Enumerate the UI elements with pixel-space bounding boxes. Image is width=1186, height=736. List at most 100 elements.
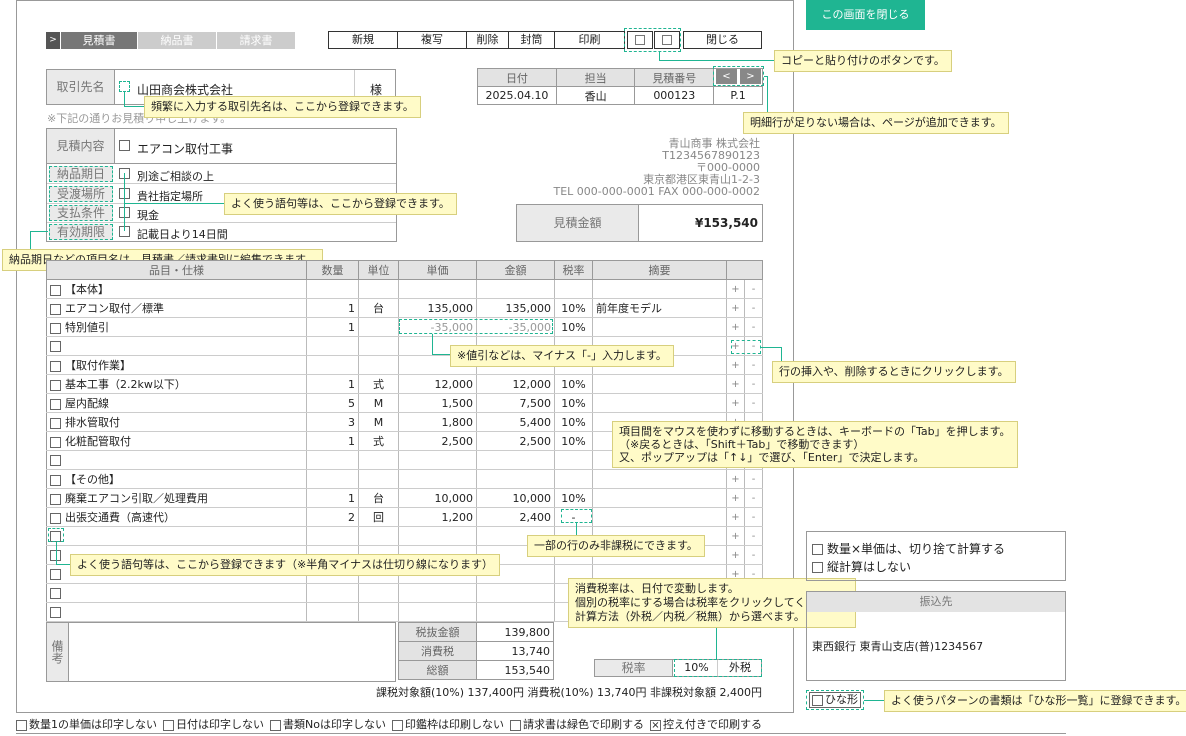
item-note-cell[interactable]: 前年度モデル [592,298,727,318]
row-checkbox[interactable] [50,607,61,618]
item-note-cell[interactable] [592,507,727,527]
item-qty-cell[interactable] [306,450,359,470]
checkbox[interactable] [509,719,521,731]
item-price-cell[interactable] [398,279,477,299]
item-qty-cell[interactable]: 1 [306,488,359,508]
item-qty-cell[interactable] [306,583,359,603]
checkbox[interactable] [270,719,281,731]
row-checkbox[interactable] [50,512,61,524]
field-value-4[interactable]: 記載日より14日間 [137,226,228,242]
bank-value[interactable]: 東西銀行 東青山支店(普)1234567 [812,638,983,654]
item-name-cell[interactable]: 【その他】 [46,469,307,489]
item-name-cell[interactable]: 排水管取付 [46,412,307,432]
tax-mode-value[interactable]: 外税 [719,660,761,676]
item-qty-cell[interactable] [306,279,359,299]
checked-checkbox[interactable]: × [649,719,661,731]
item-amount-cell[interactable]: 2,400 [476,507,555,527]
item-unit-cell[interactable] [358,450,399,470]
row-delete-button[interactable]: - [744,545,763,565]
envelope-button[interactable]: 封筒 [508,31,555,49]
remarks-input[interactable] [69,623,395,681]
item-unit-cell[interactable] [358,317,399,337]
row-insert-button[interactable]: + [726,298,745,318]
checkbox[interactable] [812,544,823,555]
field-label-3[interactable]: 支払条件 [49,205,113,221]
item-unit-cell[interactable]: 台 [358,488,399,508]
row-checkbox[interactable] [50,436,61,448]
item-name-cell[interactable] [46,602,307,622]
item-unit-cell[interactable] [358,469,399,489]
row-delete-button[interactable]: - [744,526,763,546]
print-option-4[interactable]: 請求書は緑色で印刷する [509,716,644,732]
item-name-cell[interactable]: 出張交通費（高速代） [46,507,307,527]
print-button[interactable]: 印刷 [554,31,625,49]
item-amount-cell[interactable]: 12,000 [476,374,555,394]
item-qty-cell[interactable]: 1 [306,298,359,318]
row-checkbox[interactable] [50,588,61,599]
row-delete-button[interactable]: - [744,298,763,318]
item-price-cell[interactable]: 1,500 [398,393,477,413]
item-note-cell[interactable] [592,469,727,489]
row-delete-button[interactable]: - [744,507,763,527]
item-name-cell[interactable]: 廃棄エアコン引取／処理費用 [46,488,307,508]
print-option-5[interactable]: × 控え付きで印刷する [649,716,762,732]
item-qty-cell[interactable]: 5 [306,393,359,413]
item-qty-cell[interactable] [306,336,359,356]
row-insert-button[interactable]: + [726,526,745,546]
item-tax-cell[interactable]: 10% [554,298,593,318]
item-unit-cell[interactable]: 式 [358,374,399,394]
row-checkbox[interactable] [50,284,61,296]
item-unit-cell[interactable] [358,355,399,375]
item-unit-cell[interactable] [358,336,399,356]
date-value[interactable]: 2025.04.10 [477,86,557,105]
row-delete-button[interactable]: - [744,355,763,375]
row-checkbox[interactable] [50,398,61,410]
item-note-cell[interactable] [592,488,727,508]
item-tax-cell[interactable] [554,450,593,470]
row-insert-button[interactable]: + [726,355,745,375]
item-name-cell[interactable]: 特別値引 [46,317,307,337]
staff-value[interactable]: 香山 [555,86,636,105]
field-checkbox-0[interactable] [119,140,130,151]
item-name-cell[interactable]: 【本体】 [46,279,307,299]
row-checkbox[interactable] [50,455,61,466]
item-unit-cell[interactable] [358,602,399,622]
item-qty-cell[interactable] [306,526,359,546]
field-label-2[interactable]: 受渡場所 [49,186,113,202]
item-tax-cell[interactable] [554,469,593,489]
row-insert-button[interactable]: + [726,488,745,508]
row-checkbox[interactable] [50,569,61,580]
item-amount-cell[interactable]: 5,400 [476,412,555,432]
tab-delivery[interactable]: 納品書 [138,32,216,49]
field-label-4[interactable]: 有効期限 [49,224,113,240]
item-qty-cell[interactable]: 2 [306,507,359,527]
item-tax-cell[interactable]: 10% [554,393,593,413]
item-price-cell[interactable]: 10,000 [398,488,477,508]
item-price-cell[interactable]: 2,500 [398,431,477,451]
template-button[interactable]: ひな形 [809,692,861,708]
item-name-cell[interactable]: 【取付作業】 [46,355,307,375]
row-insert-button[interactable]: + [726,507,745,527]
delete-button[interactable]: 削除 [466,31,509,49]
item-amount-cell[interactable]: 2,500 [476,431,555,451]
field-value-1[interactable]: 別途ご相談の上 [137,168,214,184]
row-delete-button[interactable]: - [744,469,763,489]
item-amount-cell[interactable]: 7,500 [476,393,555,413]
row-checkbox[interactable] [50,341,61,352]
prev-page-button[interactable]: < [716,69,737,84]
row-delete-button[interactable]: - [744,279,763,299]
row-insert-button[interactable]: + [726,317,745,337]
item-amount-cell[interactable] [476,583,555,603]
field-value-2[interactable]: 貴社指定場所 [137,188,203,204]
item-tax-cell[interactable]: 10% [554,431,593,451]
item-name-cell[interactable] [46,450,307,470]
row-delete-button[interactable]: - [744,374,763,394]
item-note-cell[interactable] [592,317,727,337]
row-delete-button[interactable]: - [744,393,763,413]
close-screen-button[interactable]: この画面を閉じる [806,0,925,30]
item-amount-cell[interactable] [476,279,555,299]
item-tax-cell[interactable]: 10% [554,317,593,337]
item-name-cell[interactable]: 化粧配管取付 [46,431,307,451]
item-amount-cell[interactable]: 10,000 [476,488,555,508]
item-tax-cell[interactable]: 10% [554,488,593,508]
